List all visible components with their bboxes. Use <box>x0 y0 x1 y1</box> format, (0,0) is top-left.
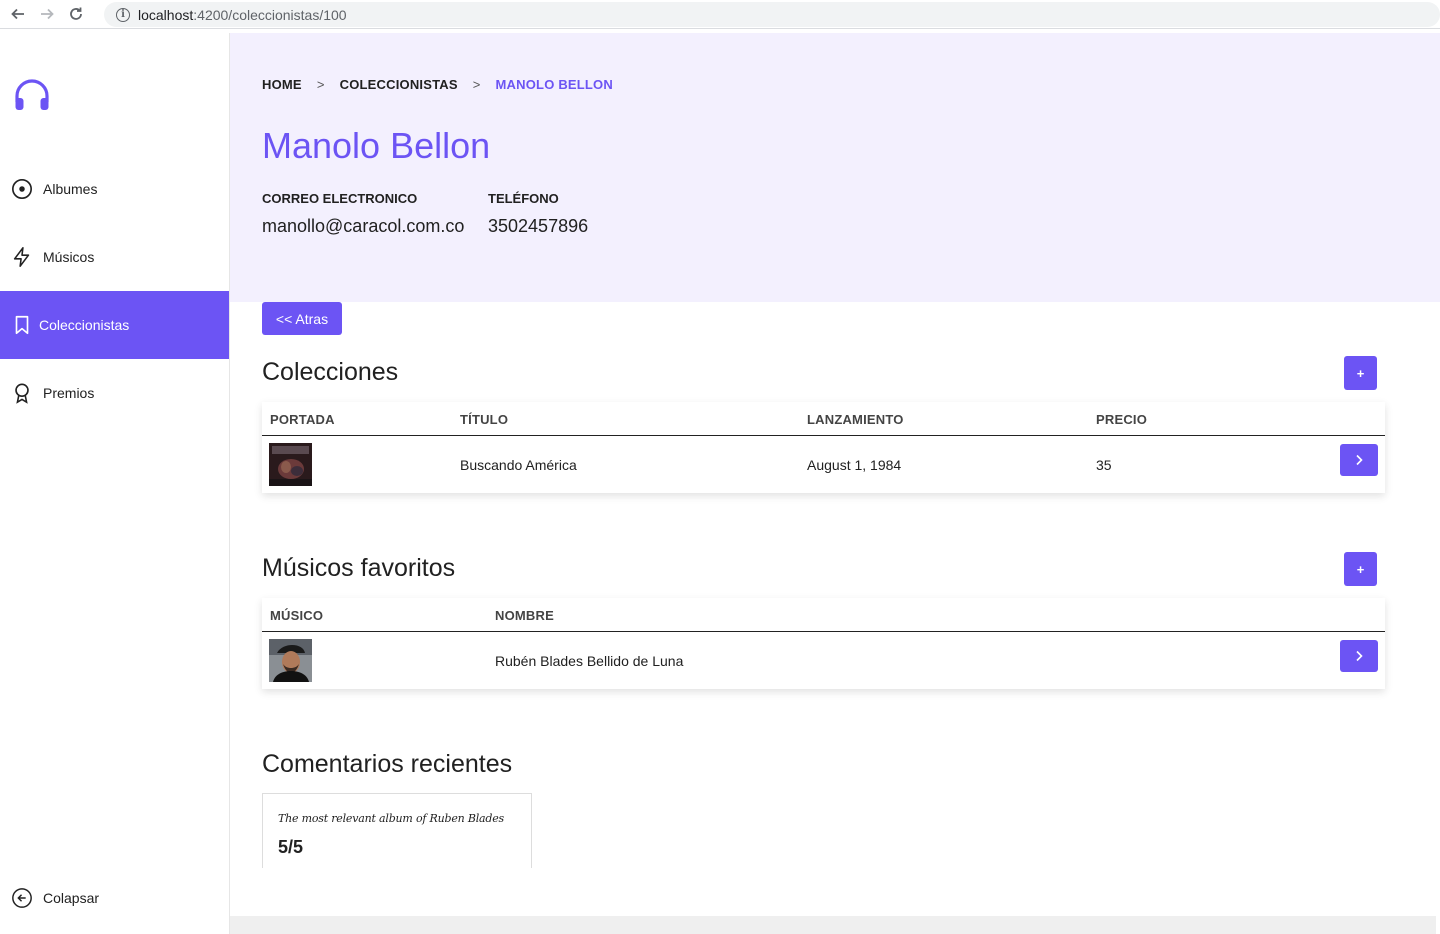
back-arrow-icon[interactable] <box>7 3 29 25</box>
sidebar-item-label: Albumes <box>43 181 98 197</box>
breadcrumb-current: MANOLO BELLON <box>495 77 613 92</box>
column-header: NOMBRE <box>495 608 554 623</box>
album-release: August 1, 1984 <box>807 457 902 473</box>
site-info-icon[interactable]: i <box>116 7 130 22</box>
add-musico-button[interactable]: + <box>1344 552 1377 586</box>
column-header: PRECIO <box>1096 412 1148 427</box>
browser-toolbar: i localhost:4200/coleccionistas/100 <box>0 0 1440 29</box>
collapse-label: Colapsar <box>43 890 100 906</box>
add-coleccion-button[interactable]: + <box>1344 356 1377 390</box>
table-row: Buscando América August 1, 1984 35 <box>262 436 1385 493</box>
column-header: PORTADA <box>270 412 335 427</box>
email-value: manollo@caracol.com.co <box>262 216 465 236</box>
sidebar-item-musicos[interactable]: Músicos <box>0 223 229 291</box>
chevron-right-icon <box>1356 454 1363 466</box>
phone-label: TELÉFONO <box>488 191 559 206</box>
album-cover-image <box>269 443 312 486</box>
headphones-logo-icon[interactable] <box>14 78 50 114</box>
sidebar-item-albumes[interactable]: Albumes <box>0 155 229 223</box>
colecciones-table: PORTADA TÍTULO LANZAMIENTO PRECIO Buscan… <box>262 402 1385 493</box>
sidebar-item-label: Premios <box>43 385 95 401</box>
sidebar-item-premios[interactable]: Premios <box>0 359 229 427</box>
table-header: PORTADA TÍTULO LANZAMIENTO PRECIO <box>262 402 1385 436</box>
bookmark-icon <box>10 313 34 337</box>
breadcrumb-coleccionistas[interactable]: COLECCIONISTAS <box>340 77 458 92</box>
address-bar[interactable]: i localhost:4200/coleccionistas/100 <box>104 2 1440 27</box>
email-label: CORREO ELECTRONICO <box>262 191 418 206</box>
musician-name: Rubén Blades Bellido de Luna <box>495 653 684 669</box>
comment-score: 5/5 <box>278 837 304 857</box>
musician-photo <box>269 639 312 682</box>
sidebar-item-label: Coleccionistas <box>39 317 130 333</box>
album-detail-button[interactable] <box>1340 444 1378 476</box>
comentarios-title: Comentarios recientes <box>262 750 513 778</box>
sidebar-item-label: Músicos <box>43 249 95 265</box>
footer <box>230 916 1436 934</box>
disc-icon <box>10 177 34 201</box>
award-icon <box>10 381 34 405</box>
column-header: LANZAMIENTO <box>807 412 904 427</box>
album-price: 35 <box>1096 457 1112 473</box>
colecciones-title: Colecciones <box>262 358 399 386</box>
back-button[interactable]: << Atras <box>262 302 342 335</box>
comment-card: The most relevant album of Ruben Blades … <box>262 793 532 868</box>
breadcrumb-separator: > <box>316 77 325 92</box>
musicos-table: MÚSICO NOMBRE Rubén Blades Bellido de Lu… <box>262 598 1385 689</box>
column-header: MÚSICO <box>270 608 324 623</box>
collector-header: HOME > COLECCIONISTAS > MANOLO BELLON Ma… <box>230 33 1440 302</box>
musician-detail-button[interactable] <box>1340 640 1378 672</box>
url-text: localhost:4200/coleccionistas/100 <box>138 6 347 23</box>
chevron-right-icon <box>1356 650 1363 662</box>
musicos-title: Músicos favoritos <box>262 554 456 582</box>
breadcrumb-separator: > <box>472 77 481 92</box>
lightning-icon <box>10 245 34 269</box>
phone-value: 3502457896 <box>488 216 589 236</box>
page-title: Manolo Bellon <box>262 125 491 166</box>
sidebar: Albumes Músicos Coleccionistas Premios C… <box>0 33 230 934</box>
breadcrumb-home[interactable]: HOME <box>262 77 302 92</box>
breadcrumb: HOME > COLECCIONISTAS > MANOLO BELLON <box>262 77 613 92</box>
sidebar-item-coleccionistas[interactable]: Coleccionistas <box>0 291 229 359</box>
album-title: Buscando América <box>460 457 577 473</box>
reload-icon[interactable] <box>65 3 87 25</box>
arrow-left-circle-icon <box>10 886 34 910</box>
comment-text: The most relevant album of Ruben Blades <box>278 812 504 825</box>
collapse-button[interactable]: Colapsar <box>0 864 229 932</box>
forward-arrow-icon[interactable] <box>36 3 58 25</box>
column-header: TÍTULO <box>460 412 509 427</box>
table-row: Rubén Blades Bellido de Luna <box>262 632 1385 689</box>
table-header: MÚSICO NOMBRE <box>262 598 1385 632</box>
